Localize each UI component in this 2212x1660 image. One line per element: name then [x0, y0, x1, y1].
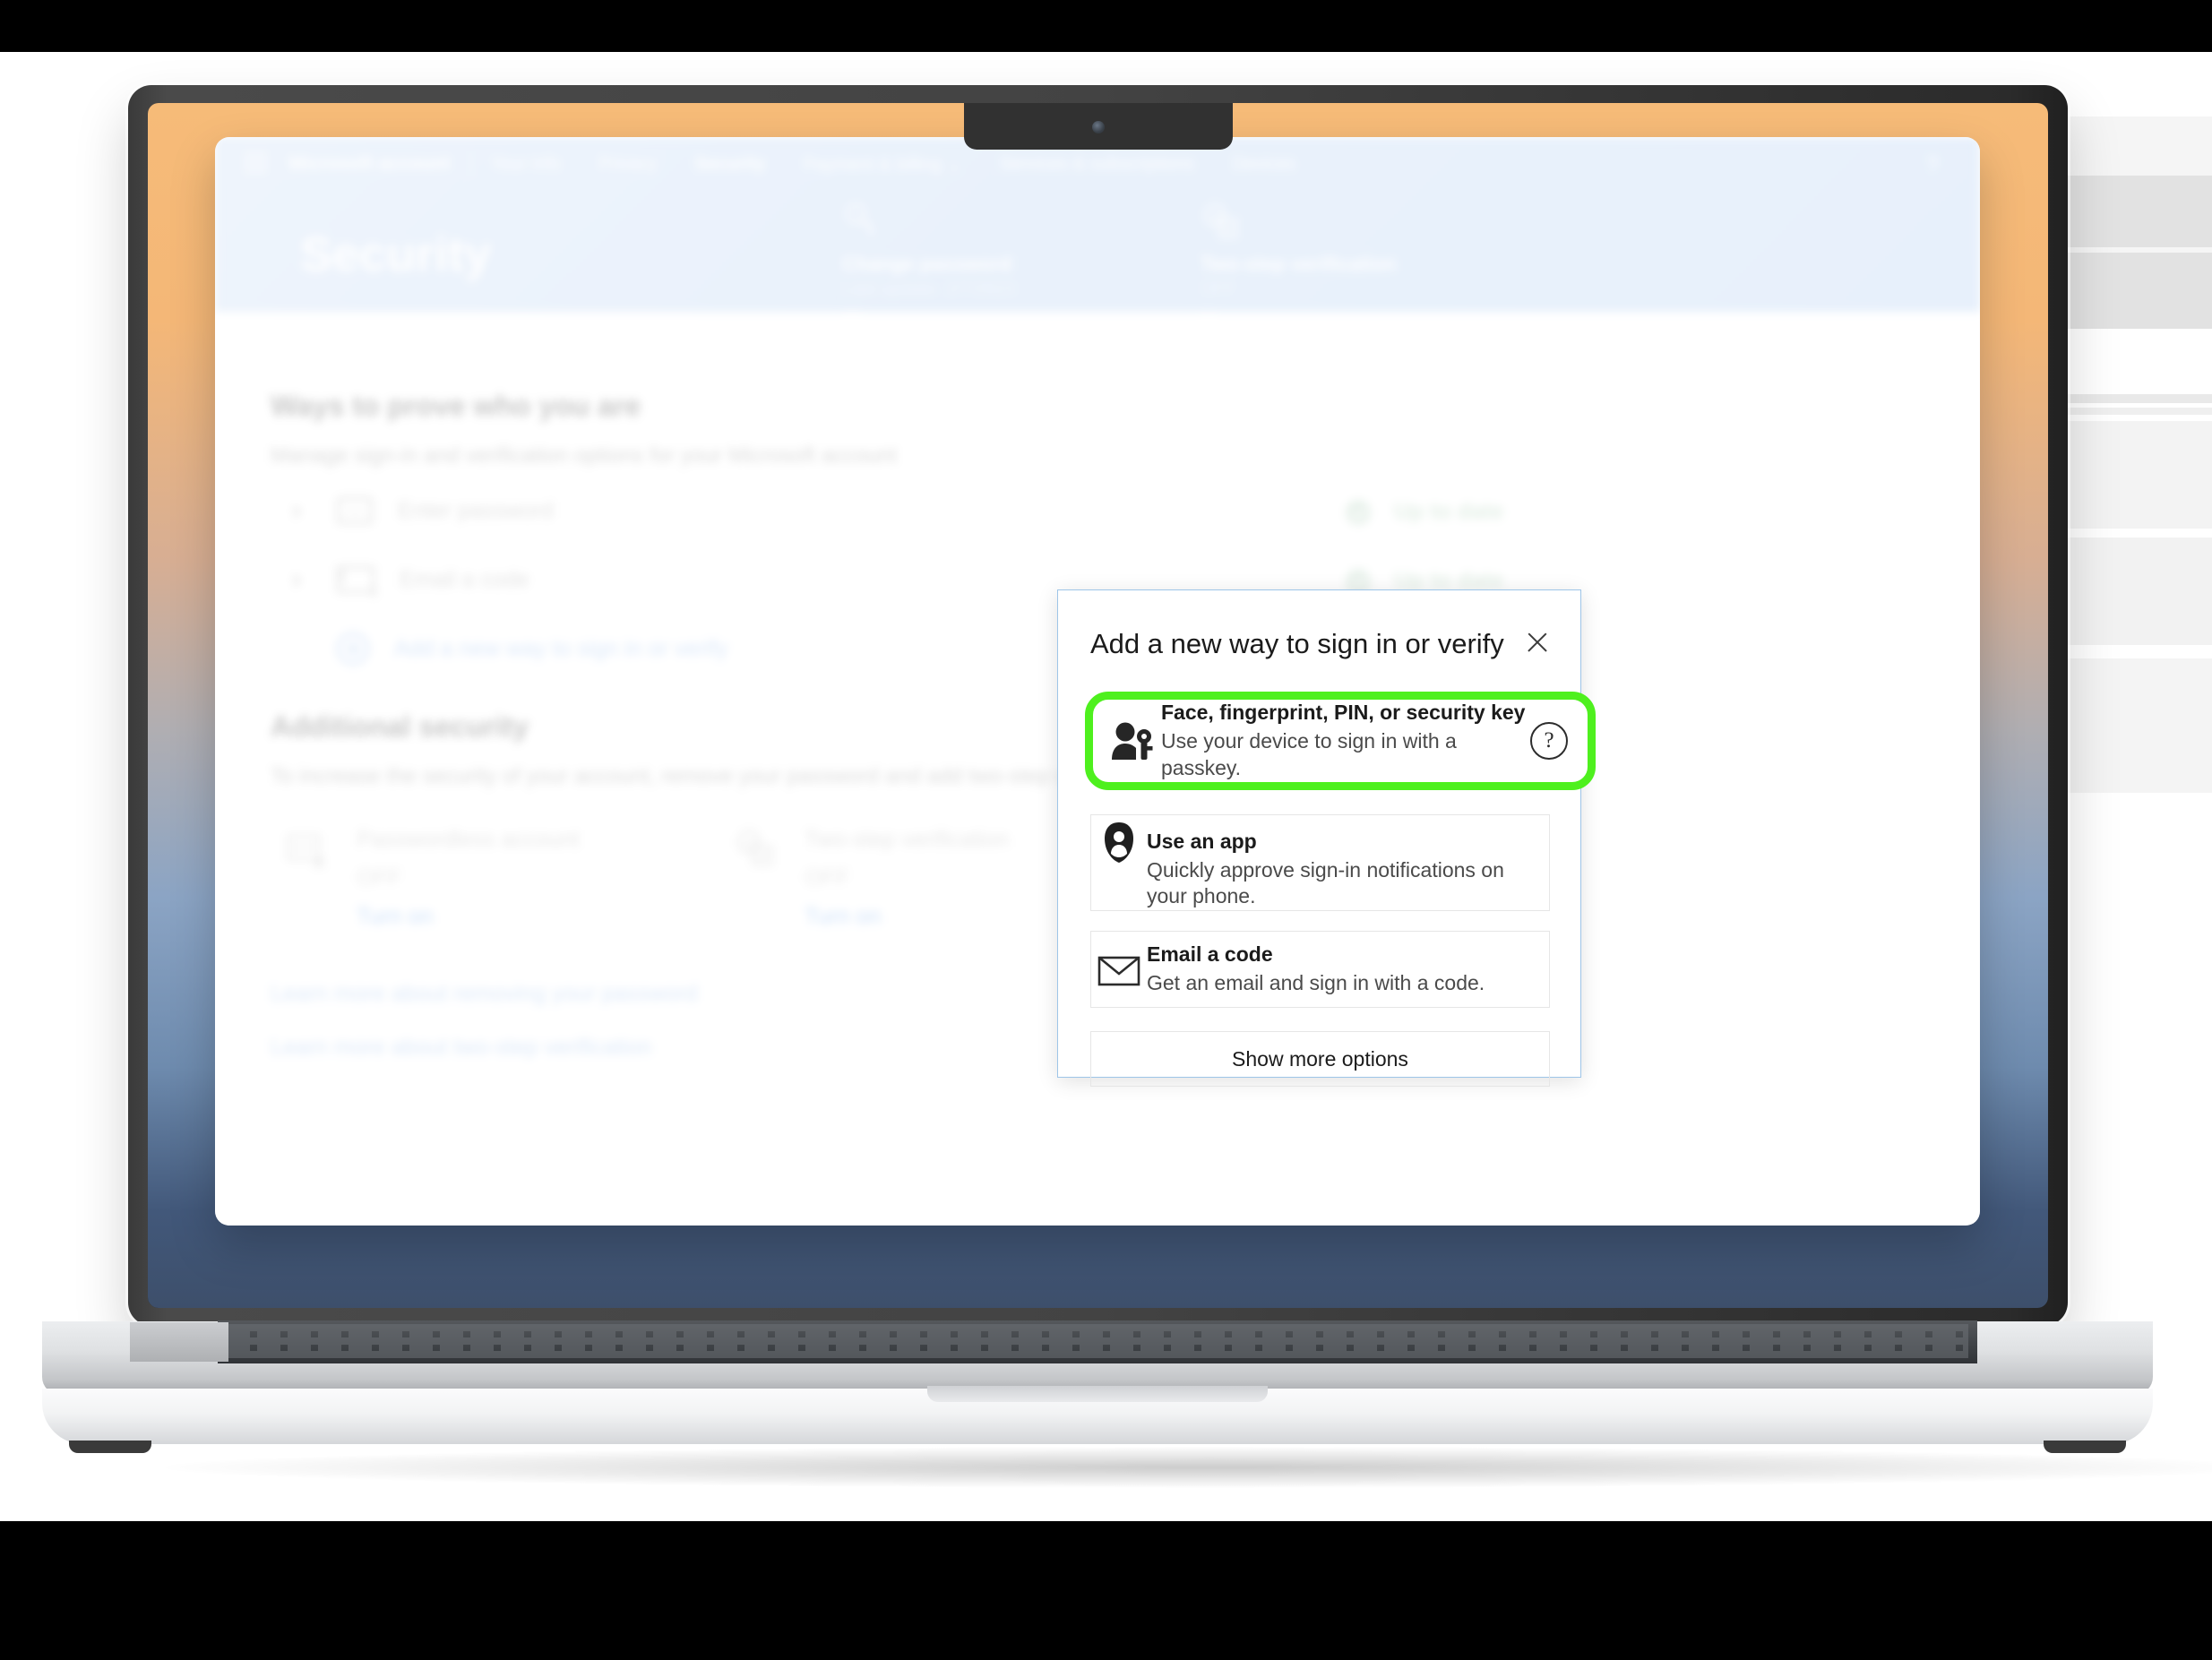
nav-link-privacy[interactable]: Privacy [598, 154, 658, 175]
learn-more-two-step-link[interactable]: Learn more about two-step verification [271, 1035, 651, 1061]
keyboard-keys [227, 1324, 1968, 1358]
option-description: Use your device to sign in with a passke… [1161, 729, 1457, 779]
laptop-screen-bezel: Microsoft account Your info Privacy Secu… [148, 103, 2048, 1308]
laptop-mockup: Microsoft account Your info Privacy Secu… [42, 85, 2212, 1488]
envelope-icon [337, 566, 374, 593]
person-key-icon [1106, 717, 1161, 765]
card-value: OFF [357, 865, 401, 890]
row-label: Email a code [400, 566, 529, 592]
browser-window: Microsoft account Your info Privacy Secu… [215, 137, 1980, 1226]
add-label: Add a new way to sign in or verify [394, 635, 728, 661]
card-action[interactable]: Change > [842, 307, 1016, 329]
laptop-shadow [166, 1447, 2212, 1488]
passwordless-account-card[interactable]: Passwordless account OFF Turn on [285, 827, 580, 930]
help-icon[interactable]: ? [1926, 151, 1939, 179]
option-title: Face, fingerprint, PIN, or security key [1161, 701, 1526, 725]
letterbox-bottom [0, 1521, 2212, 1660]
option-title: Email a code [1147, 942, 1273, 966]
option-description: Quickly approve sign-in notifications on… [1147, 858, 1504, 908]
question-circle-icon[interactable]: ? [1530, 722, 1568, 760]
envelope-icon [1091, 951, 1147, 987]
authenticator-app-icon [1091, 815, 1147, 865]
ways-section-title: Ways to prove who you are [271, 390, 641, 422]
camera-notch [963, 103, 1233, 150]
card-title: Change password [842, 253, 1012, 275]
page-title: Security [300, 228, 492, 281]
laptop-keyboard [218, 1320, 1977, 1363]
laptop-lid: Microsoft account Your info Privacy Secu… [128, 85, 2068, 1326]
option-use-an-app[interactable]: Use an app Quickly approve sign-in notif… [1090, 814, 1550, 911]
laptop-foot [69, 1441, 151, 1453]
laptop-foot [2044, 1441, 2126, 1453]
two-step-verification-summary-card[interactable]: Two-step verification OFF Turn on [733, 827, 1009, 930]
nav-link-services-subscriptions[interactable]: Services & subscriptions [999, 154, 1194, 175]
plus-circle-icon [337, 632, 369, 665]
nav-link-payment-billing[interactable]: Payment & billing ⌄ [804, 153, 962, 176]
nav-link-devices[interactable]: Devices [1232, 154, 1295, 175]
status-label: Up to date [1394, 499, 1504, 524]
signin-method-row[interactable]: › Email a code [292, 564, 529, 595]
check-circle-icon [1346, 499, 1371, 525]
card-action[interactable]: Manage > [1201, 307, 1396, 329]
change-password-card[interactable]: Change password Last update: 2/7/2023 Ch… [842, 202, 1016, 329]
nav-link-security[interactable]: Security [695, 154, 766, 175]
nav-divider [469, 151, 471, 176]
card-title: Two-step verification [805, 827, 1009, 852]
card-subtitle: Last update: 2/7/2023 [842, 280, 1016, 299]
two-step-verification-card[interactable]: Two-step verification OFF Manage > [1201, 202, 1396, 329]
two-step-verification-icon [736, 830, 773, 866]
ways-section-subtitle: Manage sign-in and verification options … [271, 443, 898, 468]
passwordless-icon [287, 834, 325, 869]
key-icon [846, 203, 874, 237]
letterbox-top [0, 0, 2212, 52]
laptop-latch-notch [927, 1386, 1268, 1402]
option-email-a-code[interactable]: Email a code Get an email and sign in wi… [1090, 931, 1550, 1008]
option-title: Use an app [1147, 830, 1257, 853]
status-badge: Up to date [1346, 499, 1503, 525]
option-description: Get an email and sign in with a code. [1147, 970, 1485, 994]
learn-more-password-link[interactable]: Learn more about removing your password [271, 981, 698, 1007]
app-launcher-icon[interactable] [245, 152, 269, 176]
card-action[interactable]: Turn on [357, 904, 580, 930]
chevron-right-icon: › [292, 495, 301, 525]
screenshot-stage: Microsoft account Your info Privacy Secu… [0, 0, 2212, 1660]
add-signin-method-dialog: Add a new way to sign in or verify Face,… [1057, 589, 1596, 1087]
chevron-right-icon: › [292, 564, 301, 594]
password-dots-icon [337, 497, 373, 524]
laptop-speaker-grill [130, 1322, 228, 1362]
additional-security-subtitle: To increase the security of your account… [271, 764, 1165, 788]
nav-link-your-info[interactable]: Your info [491, 154, 561, 175]
additional-security-title: Additional security [271, 710, 529, 743]
card-subtitle: OFF [1201, 280, 1236, 299]
two-step-verification-icon [1203, 203, 1238, 238]
close-icon[interactable] [1521, 626, 1554, 658]
card-action[interactable]: Turn on [805, 904, 1009, 930]
option-face-fingerprint-pin-security-key[interactable]: Face, fingerprint, PIN, or security key … [1085, 692, 1596, 790]
card-title: Passwordless account [357, 827, 580, 852]
card-title: Two-step verification [1201, 253, 1397, 275]
card-value: OFF [805, 865, 849, 890]
row-label: Enter password [398, 497, 554, 523]
brand-label[interactable]: Microsoft account [288, 153, 451, 175]
add-signin-method-button[interactable]: Add a new way to sign in or verify [337, 632, 727, 665]
dialog-title: Add a new way to sign in or verify [1090, 628, 1504, 659]
webcam-icon [1091, 121, 1105, 133]
signin-method-row[interactable]: › Enter password [292, 495, 554, 526]
show-more-options-button[interactable]: Show more options [1090, 1031, 1550, 1087]
